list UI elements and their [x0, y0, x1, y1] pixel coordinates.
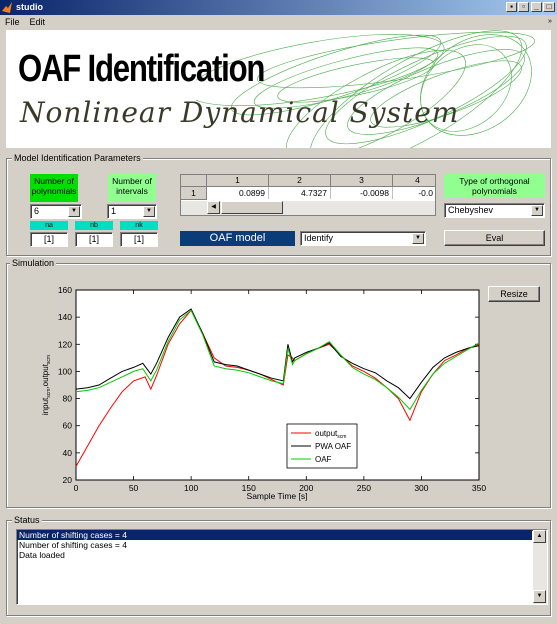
- status-panel-title: Status: [12, 515, 42, 525]
- y-tick-label: 20: [63, 475, 73, 485]
- scroll-down-icon[interactable]: ▼: [533, 590, 546, 603]
- list-item[interactable]: Number of shifting cases = 4: [17, 530, 532, 540]
- x-tick-label: 50: [129, 483, 139, 493]
- y-tick-label: 80: [63, 394, 73, 404]
- x-tick-label: 100: [184, 483, 198, 493]
- list-item[interactable]: Data loaded: [17, 550, 532, 560]
- y-tick-label: 40: [63, 448, 73, 458]
- legend-label-2: OAF: [315, 455, 332, 464]
- status-listbox[interactable]: Number of shifting cases = 4 Number of s…: [16, 529, 548, 605]
- legend-label-1: PWA OAF: [315, 442, 351, 451]
- x-tick-label: 300: [414, 483, 428, 493]
- y-axis-label: inputscm,outputscm: [41, 355, 52, 415]
- y-tick-label: 140: [58, 312, 72, 322]
- x-axis-label: Sample Time [s]: [247, 491, 308, 501]
- x-tick-label: 250: [357, 483, 371, 493]
- y-tick-label: 160: [58, 285, 72, 295]
- y-tick-label: 100: [58, 366, 72, 376]
- scroll-up-icon[interactable]: ▲: [533, 530, 546, 543]
- status-vscrollbar[interactable]: ▲ ▼: [533, 530, 547, 604]
- x-tick-label: 0: [74, 483, 79, 493]
- x-tick-label: 350: [472, 483, 486, 493]
- list-item[interactable]: Number of shifting cases = 4: [17, 540, 532, 550]
- y-tick-label: 60: [63, 421, 73, 431]
- plot-area: [75, 289, 480, 481]
- y-tick-label: 120: [58, 339, 72, 349]
